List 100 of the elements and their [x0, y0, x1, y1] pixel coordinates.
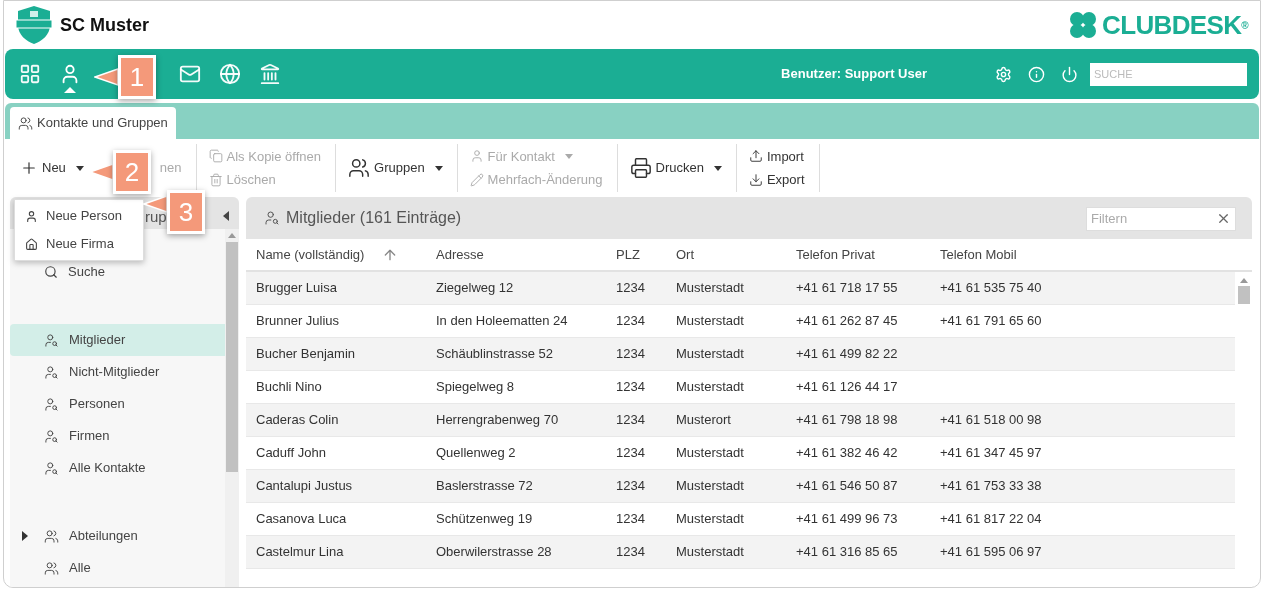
mail-icon [179, 63, 201, 85]
sidebar-item[interactable]: Firmen [10, 420, 225, 452]
person-icon [469, 149, 484, 164]
table-cell: +41 61 546 50 87 [796, 478, 898, 494]
expand-icon[interactable] [22, 531, 28, 541]
sidebar-item[interactable]: Alle [10, 552, 225, 584]
plus-icon [20, 159, 38, 177]
users-icon [44, 560, 59, 576]
sidebar-item[interactable]: Nicht-Mitglieder [10, 356, 225, 388]
table-row[interactable]: Caderas Colin Herrengrabenweg 70 1234 Musterort +41 61 798 18 98 +41 61 518 00 98 [246, 404, 1235, 437]
club-logo-icon [16, 5, 52, 45]
table-cell: 1234 [616, 511, 645, 527]
clover-logo-icon [1068, 10, 1099, 40]
globe-icon [219, 63, 241, 85]
toolbar-button[interactable]: Drucken [629, 157, 722, 179]
table-cell: Ziegelweg 12 [436, 280, 514, 296]
toolbar-button[interactable]: Export [748, 170, 805, 190]
table-cell: Caderas Colin [256, 412, 339, 428]
sidebar-item[interactable]: Suche [10, 256, 225, 288]
table-cell: Buchli Nino [256, 379, 322, 395]
table-cell: +41 61 262 87 45 [796, 313, 898, 329]
callout-badge: 3 [167, 190, 205, 234]
table-cell: Brunner Julius [256, 313, 340, 329]
user-search-icon [44, 396, 59, 412]
table-row[interactable]: Brugger Luisa Ziegelweg 12 1234 Musterstadt +41 61 718 17 55 +41 61 535 75 40 [246, 272, 1235, 305]
table-cell: Castelmur Lina [256, 544, 344, 560]
table-cell: +41 61 518 00 98 [940, 412, 1042, 428]
table-cell: Cantalupi Justus [256, 478, 353, 494]
search-icon [44, 265, 58, 279]
menu-item[interactable]: Neue Firma [15, 230, 143, 258]
table-cell: Musterstadt [676, 313, 744, 329]
table-cell: 1234 [616, 379, 645, 395]
table-cell: Caduff John [256, 445, 326, 461]
sidebar-item[interactable]: Personen [10, 388, 225, 420]
column-header[interactable]: Telefon Privat [796, 244, 875, 265]
settings-button[interactable] [995, 65, 1012, 83]
table-cell: Herrengrabenweg 70 [436, 412, 559, 428]
copy-icon [208, 149, 223, 164]
dashboard-icon [19, 63, 41, 85]
users-icon [348, 157, 370, 179]
menu-item[interactable]: Neue Person [15, 202, 143, 230]
logout-button[interactable] [1061, 65, 1078, 83]
person-icon [25, 209, 38, 223]
table-cell: +41 61 595 06 97 [940, 544, 1042, 560]
clear-icon[interactable] [1216, 211, 1231, 226]
toolbar-button[interactable]: Gruppen [348, 157, 443, 179]
house-icon [25, 237, 38, 251]
user-search-icon [264, 210, 280, 226]
printer-icon [629, 157, 652, 179]
table-cell: Musterstadt [676, 280, 744, 296]
user-search-icon [44, 364, 59, 380]
table-cell: +41 61 718 17 55 [796, 280, 898, 296]
sidebar-title: rup [145, 208, 167, 225]
sidebar-item[interactable]: Alle Kontakte [10, 452, 225, 484]
table-cell: +41 61 535 75 40 [940, 280, 1042, 296]
table-cell: Musterstadt [676, 379, 744, 395]
table-cell: Bucher Benjamin [256, 346, 355, 362]
table-cell: Musterstadt [676, 478, 744, 494]
users-icon [18, 115, 33, 131]
table-cell: +41 61 316 85 65 [796, 544, 898, 560]
table-cell: Spiegelweg 8 [436, 379, 515, 395]
column-header[interactable]: Name (vollständig) [256, 244, 365, 265]
column-header[interactable]: Adresse [436, 244, 484, 265]
column-header[interactable]: Telefon Mobil [940, 244, 1017, 265]
sidebar-item[interactable]: Abteilungen [10, 520, 225, 552]
toolbar-button[interactable]: Neu [20, 158, 84, 178]
table-cell: Casanova Luca [256, 511, 347, 527]
upload-icon [748, 149, 763, 164]
table-row[interactable]: Castelmur Lina Oberwilerstrasse 28 1234 Musterstadt +41 61 316 85 65 +41 61 595 06 97 [246, 536, 1235, 569]
search-field[interactable]: SUCHE [1090, 62, 1247, 86]
toolbar-button[interactable]: Import [748, 146, 805, 166]
table-cell: +41 61 798 18 98 [796, 412, 898, 428]
scrollbar-thumb[interactable] [226, 242, 238, 472]
column-header[interactable]: PLZ [616, 244, 640, 265]
table-cell: Musterstadt [676, 544, 744, 560]
table-cell: 1234 [616, 478, 645, 494]
table-cell: +41 61 817 22 04 [940, 511, 1042, 527]
table-cell: +41 61 126 44 17 [796, 379, 898, 395]
table-row[interactable]: Cantalupi Justus Baslerstrasse 72 1234 Musterstadt +41 61 546 50 87 +41 61 753 33 38 [246, 470, 1235, 503]
table-row[interactable]: Bucher Benjamin Schäublinstrasse 52 1234 Musterstadt +41 61 499 82 22 [246, 338, 1235, 371]
pencil-icon [469, 172, 484, 187]
table-cell: +41 61 499 96 73 [796, 511, 898, 527]
info-button[interactable] [1028, 65, 1045, 83]
scrollbar-thumb[interactable] [1237, 286, 1250, 304]
callout-pointer [89, 163, 113, 181]
column-header[interactable]: Ort [676, 244, 695, 265]
scrollbar[interactable] [225, 229, 239, 587]
trash-icon [208, 172, 223, 187]
collapse-icon[interactable] [223, 211, 229, 221]
table-cell: 1234 [616, 445, 645, 461]
table-cell: 1234 [616, 346, 645, 362]
filter-field[interactable]: Filtern [1086, 206, 1236, 231]
table-cell: 1234 [616, 412, 645, 428]
user-search-icon [44, 460, 59, 476]
table-cell: Schützenweg 19 [436, 511, 533, 527]
tab[interactable]: Kontakte und Gruppen [10, 107, 176, 139]
panel-title: Mitglieder (161 Einträge) [286, 208, 462, 228]
bank-icon [259, 63, 281, 85]
user-search-icon [44, 332, 59, 348]
sidebar-item[interactable]: Mitglieder [10, 324, 225, 356]
